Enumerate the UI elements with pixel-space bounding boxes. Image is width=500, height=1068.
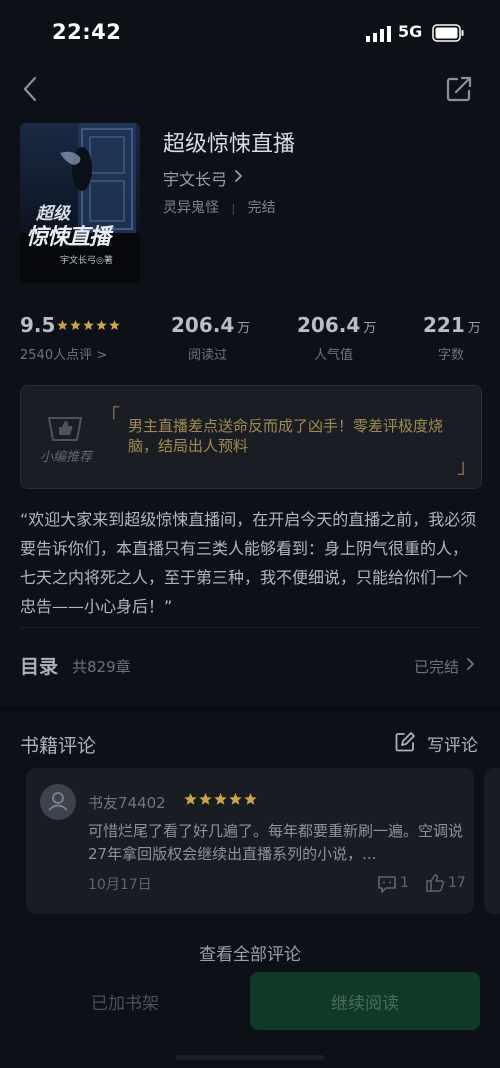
book-title: 超级惊悚直播 — [163, 132, 296, 157]
popularity-value: 206.4 — [297, 313, 361, 337]
chapter-count: 共829章 — [72, 658, 131, 676]
status-time: 22:42 — [52, 20, 122, 44]
popularity-unit: 万 — [363, 321, 377, 336]
network-label: 5G — [398, 22, 423, 41]
popularity-stat: 206.4 万 — [297, 313, 376, 337]
book-tags: 灵异鬼怪 | 完结 — [163, 197, 276, 217]
reply-icon[interactable] — [377, 874, 397, 894]
rating-count-link[interactable]: 2540人点评 > — [20, 344, 107, 363]
battery-icon — [432, 24, 464, 42]
book-cover[interactable]: 超级 惊悚直播 宇文长弓◎著 — [20, 123, 140, 283]
words-value: 221 — [423, 313, 465, 337]
star-icon — [214, 793, 227, 805]
star-icon — [83, 320, 94, 330]
quote-open: 「 — [100, 404, 120, 428]
reply-count: 1 — [400, 875, 409, 891]
recommendation-text: 男主直播差点送命反而成了凶手！零差评极度烧脑，结局出人预料 — [128, 417, 444, 455]
rating-score: 9.5 — [20, 313, 56, 337]
cover-author: 宇文长弓◎著 — [60, 256, 113, 266]
edit-icon[interactable] — [394, 731, 416, 753]
added-to-shelf-button[interactable]: 已加书架 — [20, 972, 230, 1030]
reads-stat: 206.4 万 — [171, 313, 250, 337]
star-icon — [96, 320, 107, 330]
write-review-button[interactable]: 写评论 — [427, 731, 478, 756]
chevron-right-icon[interactable] — [234, 168, 244, 184]
comment-card-next[interactable] — [484, 768, 500, 914]
tag-separator: | — [231, 202, 236, 215]
continue-reading-button[interactable]: 继续阅读 — [250, 972, 480, 1030]
author-link[interactable]: 宇文长弓 — [163, 166, 227, 190]
avatar[interactable] — [40, 784, 76, 820]
view-all-comments-link[interactable]: 查看全部评论 — [0, 940, 500, 965]
star-icon — [184, 793, 197, 805]
star-icon — [244, 793, 257, 805]
commenter-name[interactable]: 书友74402 — [88, 792, 166, 813]
signal-icon — [366, 26, 391, 42]
comment-rating-stars — [184, 793, 257, 805]
thumbs-up-icon — [48, 417, 82, 441]
comments-title: 书籍评论 — [20, 735, 97, 757]
divider — [20, 627, 480, 628]
like-count: 17 — [448, 875, 466, 891]
editor-recommendation-label: 小编推荐 — [40, 450, 93, 465]
status-tag: 完结 — [247, 200, 276, 216]
reads-label: 阅读过 — [188, 348, 228, 363]
words-unit: 万 — [467, 321, 481, 336]
book-description[interactable]: “欢迎大家来到超级惊悚直播间，在开启今天的直播之前，我必须要告诉你们，本直播只有… — [20, 505, 480, 621]
comment-date: 10月17日 — [88, 877, 152, 893]
reads-unit: 万 — [237, 321, 251, 336]
user-icon — [48, 792, 68, 811]
quote-close: 」 — [457, 454, 477, 478]
words-stat: 221 万 — [423, 313, 481, 337]
rating-stars — [57, 320, 120, 330]
popularity-label: 人气值 — [314, 348, 354, 363]
star-icon — [70, 320, 81, 330]
section-divider — [0, 707, 500, 711]
reads-value: 206.4 — [171, 313, 235, 337]
star-icon — [229, 793, 242, 805]
words-label: 字数 — [438, 348, 465, 363]
genre-tag[interactable]: 灵异鬼怪 — [163, 200, 219, 216]
catalog-title[interactable]: 目录 — [20, 652, 58, 679]
star-icon — [109, 320, 120, 330]
cover-title-line2: 惊悚直播 — [26, 225, 111, 250]
back-icon[interactable] — [18, 74, 44, 104]
catalog-status[interactable]: 已完结 — [414, 656, 459, 677]
home-indicator — [176, 1055, 324, 1060]
chevron-right-icon[interactable] — [466, 656, 476, 672]
comment-text[interactable]: 可惜烂尾了看了好几遍了。每年都要重新刷一遍。空调说27年拿回版权会继续出直播系列… — [88, 820, 464, 866]
like-icon[interactable] — [425, 873, 445, 893]
star-icon — [199, 793, 212, 805]
star-icon — [57, 320, 68, 330]
share-icon[interactable] — [444, 74, 474, 104]
